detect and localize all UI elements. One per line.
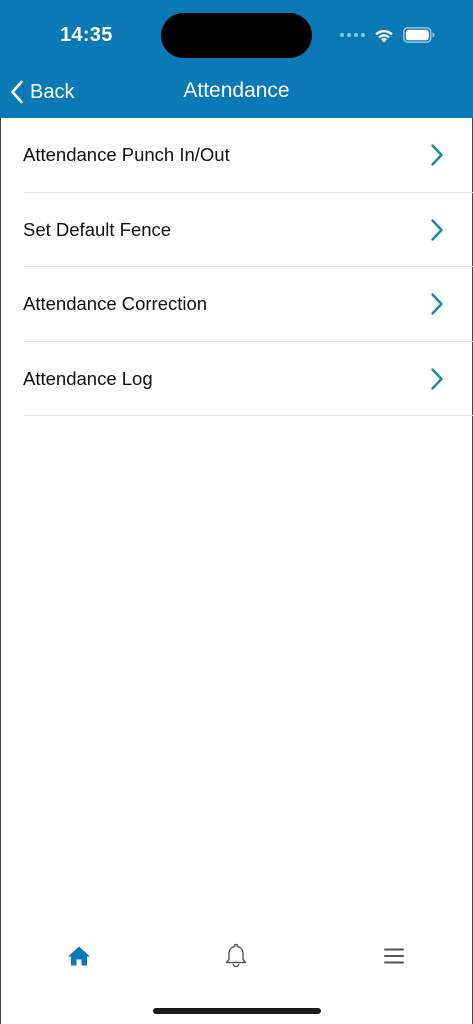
tab-notifications[interactable] bbox=[218, 938, 254, 974]
menu-item-set-default-fence[interactable]: Set Default Fence bbox=[0, 193, 473, 268]
status-icons bbox=[340, 24, 435, 46]
chevron-right-icon bbox=[431, 368, 443, 390]
app-header: 14:35 Back Attendance bbox=[0, 0, 473, 118]
bell-icon bbox=[225, 943, 247, 968]
chevron-right-icon bbox=[431, 219, 443, 241]
menu-item-label: Attendance Correction bbox=[23, 293, 208, 315]
hamburger-menu-icon bbox=[384, 948, 404, 964]
page-title: Attendance bbox=[183, 79, 290, 102]
chevron-right-icon bbox=[431, 293, 443, 315]
menu-item-attendance-punch[interactable]: Attendance Punch In/Out bbox=[0, 118, 473, 193]
menu-item-attendance-correction[interactable]: Attendance Correction bbox=[0, 267, 473, 342]
dynamic-island bbox=[161, 13, 312, 58]
tab-more[interactable] bbox=[376, 938, 412, 974]
home-indicator[interactable] bbox=[153, 1008, 321, 1014]
chevron-right-icon bbox=[431, 144, 443, 166]
cellular-signal-icon bbox=[340, 33, 365, 37]
menu-item-label: Set Default Fence bbox=[23, 218, 172, 240]
tab-bar bbox=[0, 930, 473, 980]
wifi-icon bbox=[375, 29, 393, 43]
tab-home[interactable] bbox=[61, 938, 97, 974]
home-icon bbox=[68, 946, 90, 966]
menu-item-label: Attendance Log bbox=[23, 367, 153, 389]
menu-item-label: Attendance Punch In/Out bbox=[23, 144, 230, 166]
battery-icon bbox=[403, 27, 435, 43]
attendance-menu-list: Attendance Punch In/Out Set Default Fenc… bbox=[0, 118, 473, 416]
menu-item-attendance-log[interactable]: Attendance Log bbox=[0, 342, 473, 417]
status-time: 14:35 bbox=[60, 24, 113, 46]
